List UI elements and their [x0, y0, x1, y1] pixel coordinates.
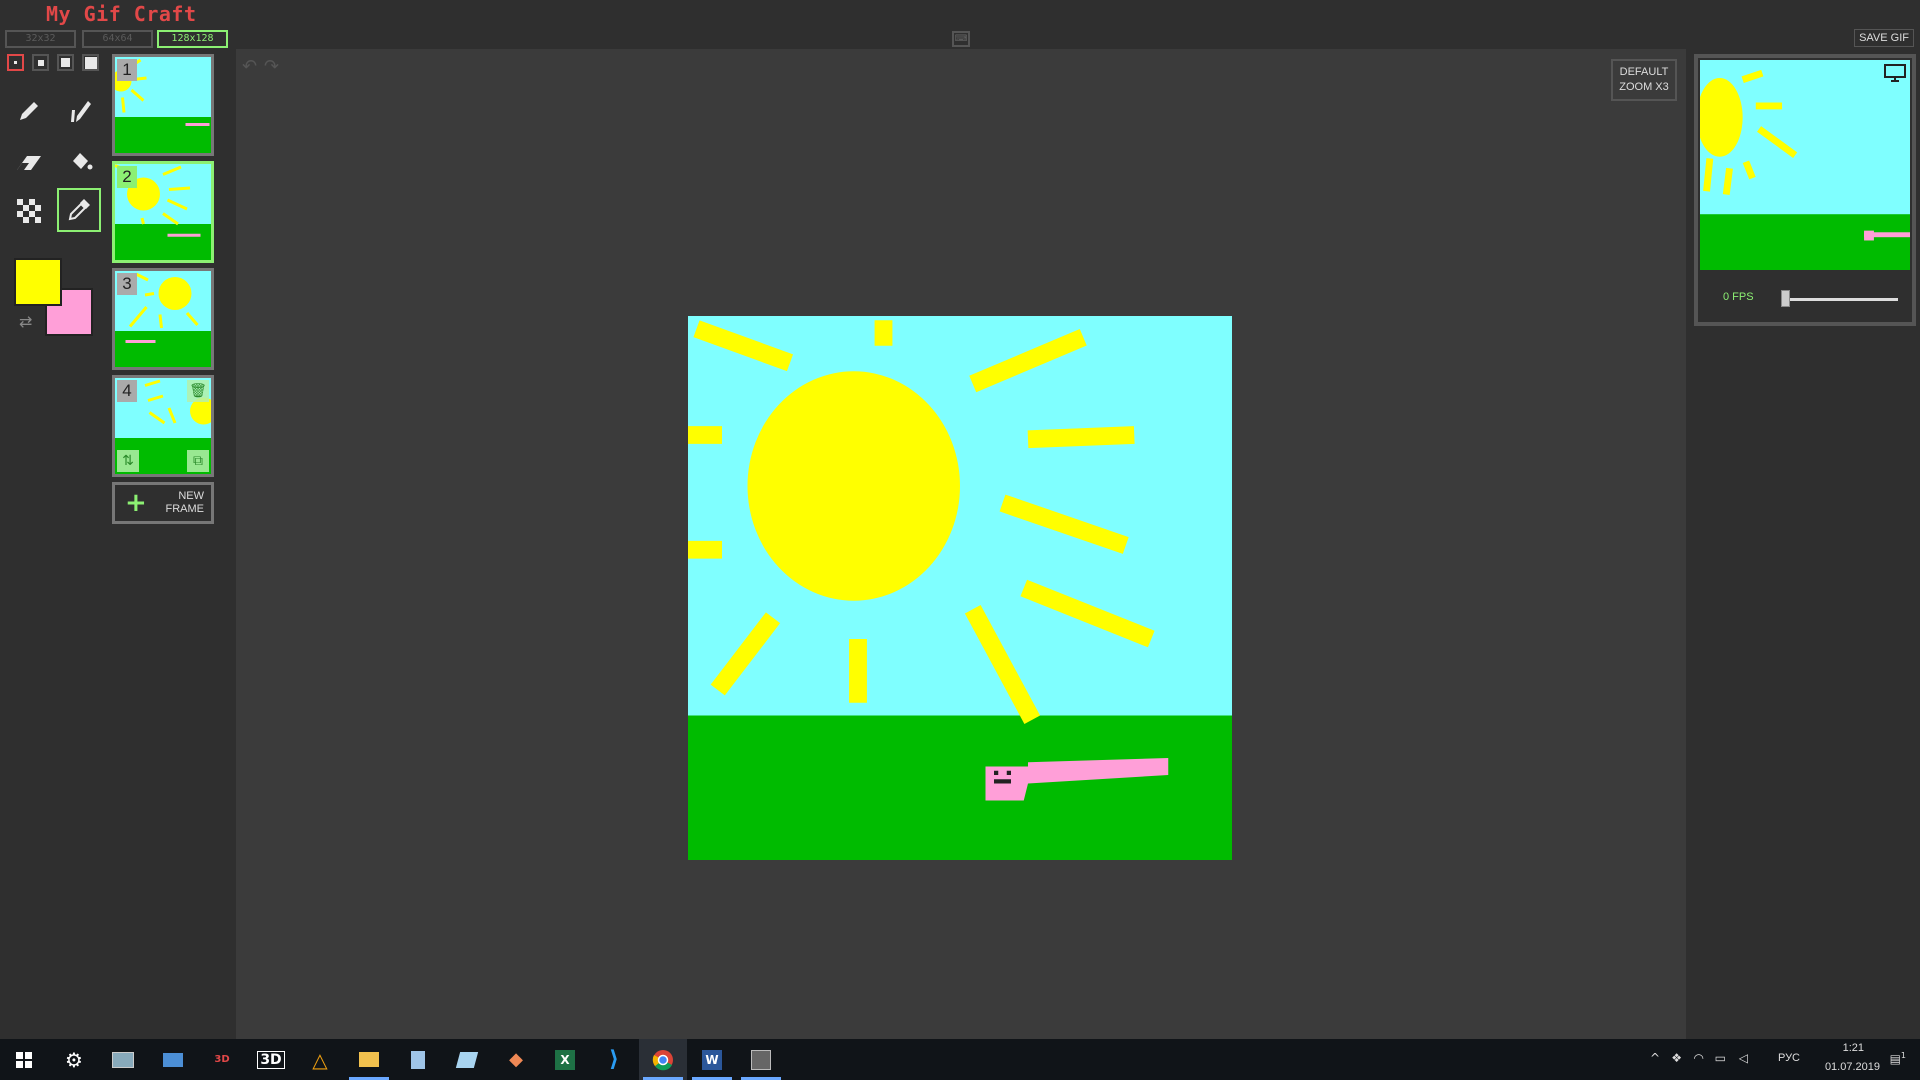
resolution-32-button[interactable]: 32x32	[5, 30, 76, 48]
notepad-icon[interactable]	[394, 1039, 442, 1080]
git-app-icon[interactable]: ◆	[492, 1039, 540, 1080]
fps-slider-track[interactable]	[1782, 298, 1898, 301]
resolution-64-button[interactable]: 64x64	[82, 30, 153, 48]
duplicate-frame-icon[interactable]: ⧉	[187, 450, 209, 472]
windows-start-icon[interactable]	[0, 1039, 48, 1080]
fps-label: 0 FPS	[1723, 291, 1754, 303]
settings-gear-icon[interactable]: ⚙	[50, 1039, 98, 1080]
new-frame-button[interactable]: + NEW FRAME	[112, 482, 214, 524]
file-explorer-icon[interactable]	[345, 1039, 393, 1080]
volume-icon[interactable]: ◁	[1739, 1051, 1748, 1065]
pen-size-3-button[interactable]	[57, 54, 74, 71]
chrome-icon[interactable]	[639, 1039, 687, 1080]
photos-app-icon[interactable]	[149, 1039, 197, 1080]
clock-time[interactable]: 1:21	[1843, 1042, 1864, 1054]
zoom-label-line1: DEFAULT	[1619, 66, 1669, 78]
system-tray: ^ ❖ ◠ ▭ ◁ РУС 1:21 01.07.2019 ▤1	[1620, 1039, 1920, 1080]
frame-thumbnail[interactable]: 3	[112, 268, 214, 370]
keyboard-icon[interactable]: ⌨	[952, 31, 970, 47]
tools-panel: ⇄	[0, 49, 110, 1039]
redo-icon[interactable]: ↷	[264, 56, 279, 77]
mirror-pen-icon[interactable]	[59, 89, 103, 133]
app-title: My Gif Craft	[46, 2, 197, 26]
plus-icon: +	[125, 488, 147, 518]
resolution-128-button[interactable]: 128x128	[157, 30, 228, 48]
save-gif-button[interactable]: SAVE GIF	[1854, 29, 1914, 47]
primary-color-swatch[interactable]	[14, 258, 62, 306]
default-zoom-button[interactable]: DEFAULT ZOOM X3	[1611, 59, 1677, 101]
frame-thumbnail[interactable]: 4 🗑 ⇅ ⧉	[112, 375, 214, 477]
frame-thumbnail[interactable]: 2	[112, 161, 214, 263]
undo-icon[interactable]: ↶	[242, 56, 257, 77]
word-icon[interactable]: W	[688, 1039, 736, 1080]
show-hidden-icons-chevron-icon[interactable]: ^	[1650, 1051, 1660, 1065]
excel-icon[interactable]: X	[541, 1039, 589, 1080]
windows-taskbar: ⚙ 3D 3D △ ◆ X ⟩ W ^ ❖ ◠ ▭ ◁ РУС 1:21 01.…	[0, 1039, 1920, 1080]
frame-number: 2	[117, 166, 137, 188]
battery-icon[interactable]: ▭	[1715, 1051, 1726, 1065]
frame-thumbnail[interactable]: 1	[112, 54, 214, 156]
preview-canvas	[1700, 60, 1910, 270]
computer-app-icon[interactable]	[99, 1039, 147, 1080]
dropbox-icon[interactable]: ❖	[1671, 1051, 1682, 1065]
app-window-icon[interactable]	[737, 1039, 785, 1080]
notes-app-icon[interactable]	[443, 1039, 491, 1080]
frame-number: 4	[117, 380, 137, 402]
paint-bucket-icon[interactable]	[59, 139, 103, 183]
dither-icon[interactable]	[7, 189, 51, 233]
notification-center-icon[interactable]: ▤1	[1890, 1051, 1906, 1066]
animation-preview: 0 FPS	[1694, 54, 1916, 326]
new-frame-label-line1: NEW	[178, 490, 204, 502]
fps-slider-thumb[interactable]	[1781, 290, 1790, 307]
move-frame-icon[interactable]: ⇅	[117, 450, 139, 472]
eraser-icon[interactable]	[7, 139, 51, 183]
wifi-icon[interactable]: ◠	[1694, 1051, 1704, 1065]
frames-panel: 1 2 3 4 🗑 ⇅ ⧉ + NEW FRAME	[110, 49, 236, 1039]
new-frame-label-line2: FRAME	[165, 503, 205, 515]
pen-size-4-button[interactable]	[82, 54, 99, 71]
vscode-icon[interactable]: ⟩	[590, 1039, 638, 1080]
delete-frame-icon[interactable]: 🗑	[187, 380, 209, 402]
swap-colors-icon[interactable]: ⇄	[19, 312, 32, 331]
pencil-icon[interactable]	[7, 89, 51, 133]
fullscreen-monitor-icon[interactable]	[1884, 64, 1906, 86]
warning-app-icon[interactable]: △	[296, 1039, 344, 1080]
3d-builder-icon[interactable]: 3D	[247, 1039, 295, 1080]
drawing-workspace: ↶ ↷ DEFAULT ZOOM X3	[236, 49, 1686, 1039]
pen-size-1-button[interactable]	[7, 54, 24, 71]
preview-panel: 0 FPS	[1686, 49, 1920, 1039]
drawing-canvas[interactable]	[688, 316, 1232, 860]
input-language[interactable]: РУС	[1778, 1052, 1800, 1064]
top-bar: My Gif Craft 32x32 64x64 128x128 ⌨ SAVE …	[0, 0, 1920, 49]
clock-date[interactable]: 01.07.2019	[1825, 1061, 1880, 1073]
paint3d-small-icon[interactable]: 3D	[198, 1039, 246, 1080]
zoom-label-line2: ZOOM X3	[1619, 81, 1669, 93]
frame-number: 1	[117, 59, 137, 81]
color-picker-icon[interactable]	[57, 188, 101, 232]
pen-size-2-button[interactable]	[32, 54, 49, 71]
frame-number: 3	[117, 273, 137, 295]
